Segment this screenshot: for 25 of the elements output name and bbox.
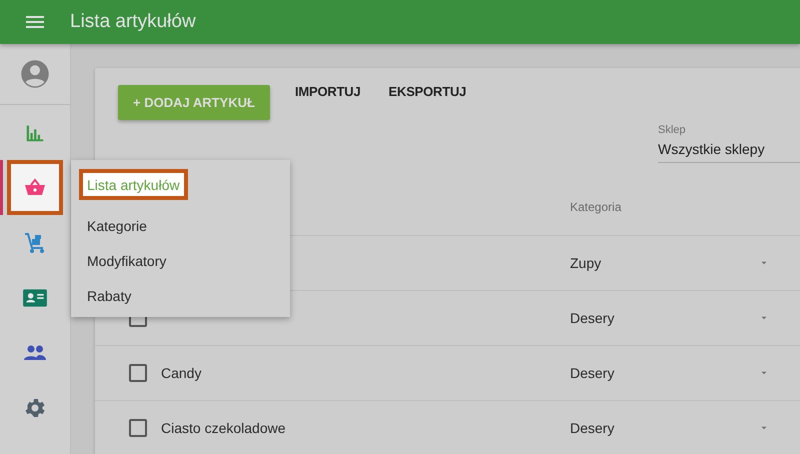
category-select[interactable]: Desery — [570, 310, 771, 326]
store-select[interactable]: Sklep Wszystkie sklepy — [658, 124, 800, 163]
item-name: Candy — [161, 365, 202, 381]
store-label: Sklep — [658, 124, 687, 136]
toolbar-button[interactable]: IMPORTUJ — [284, 80, 372, 102]
store-value: Wszystkie sklepy — [658, 141, 766, 157]
toolbar-button[interactable]: EKSPORTUJ — [378, 80, 478, 102]
menu-item[interactable]: Modyfikatory — [71, 243, 290, 278]
checkbox[interactable] — [129, 419, 147, 437]
menu-item[interactable]: Kategorie — [71, 208, 290, 243]
category-select[interactable]: Desery — [570, 420, 771, 436]
selection-bar — [0, 160, 3, 215]
category-select[interactable]: Zupy — [570, 255, 771, 271]
category-value: Desery — [570, 420, 614, 436]
category-value: Desery — [570, 310, 614, 326]
page-title: Lista artykułów — [70, 11, 196, 33]
checkbox[interactable] — [129, 364, 147, 382]
item-name: Ciasto czekoladowe — [161, 420, 286, 436]
category-value: Zupy — [570, 255, 602, 271]
hand-truck-icon — [23, 230, 47, 254]
person-icon — [20, 59, 50, 89]
category-value: Desery — [570, 365, 614, 381]
menu-item[interactable]: Rabaty — [71, 278, 290, 313]
category-select[interactable]: Desery — [570, 365, 771, 381]
menu-icon[interactable] — [26, 16, 44, 28]
